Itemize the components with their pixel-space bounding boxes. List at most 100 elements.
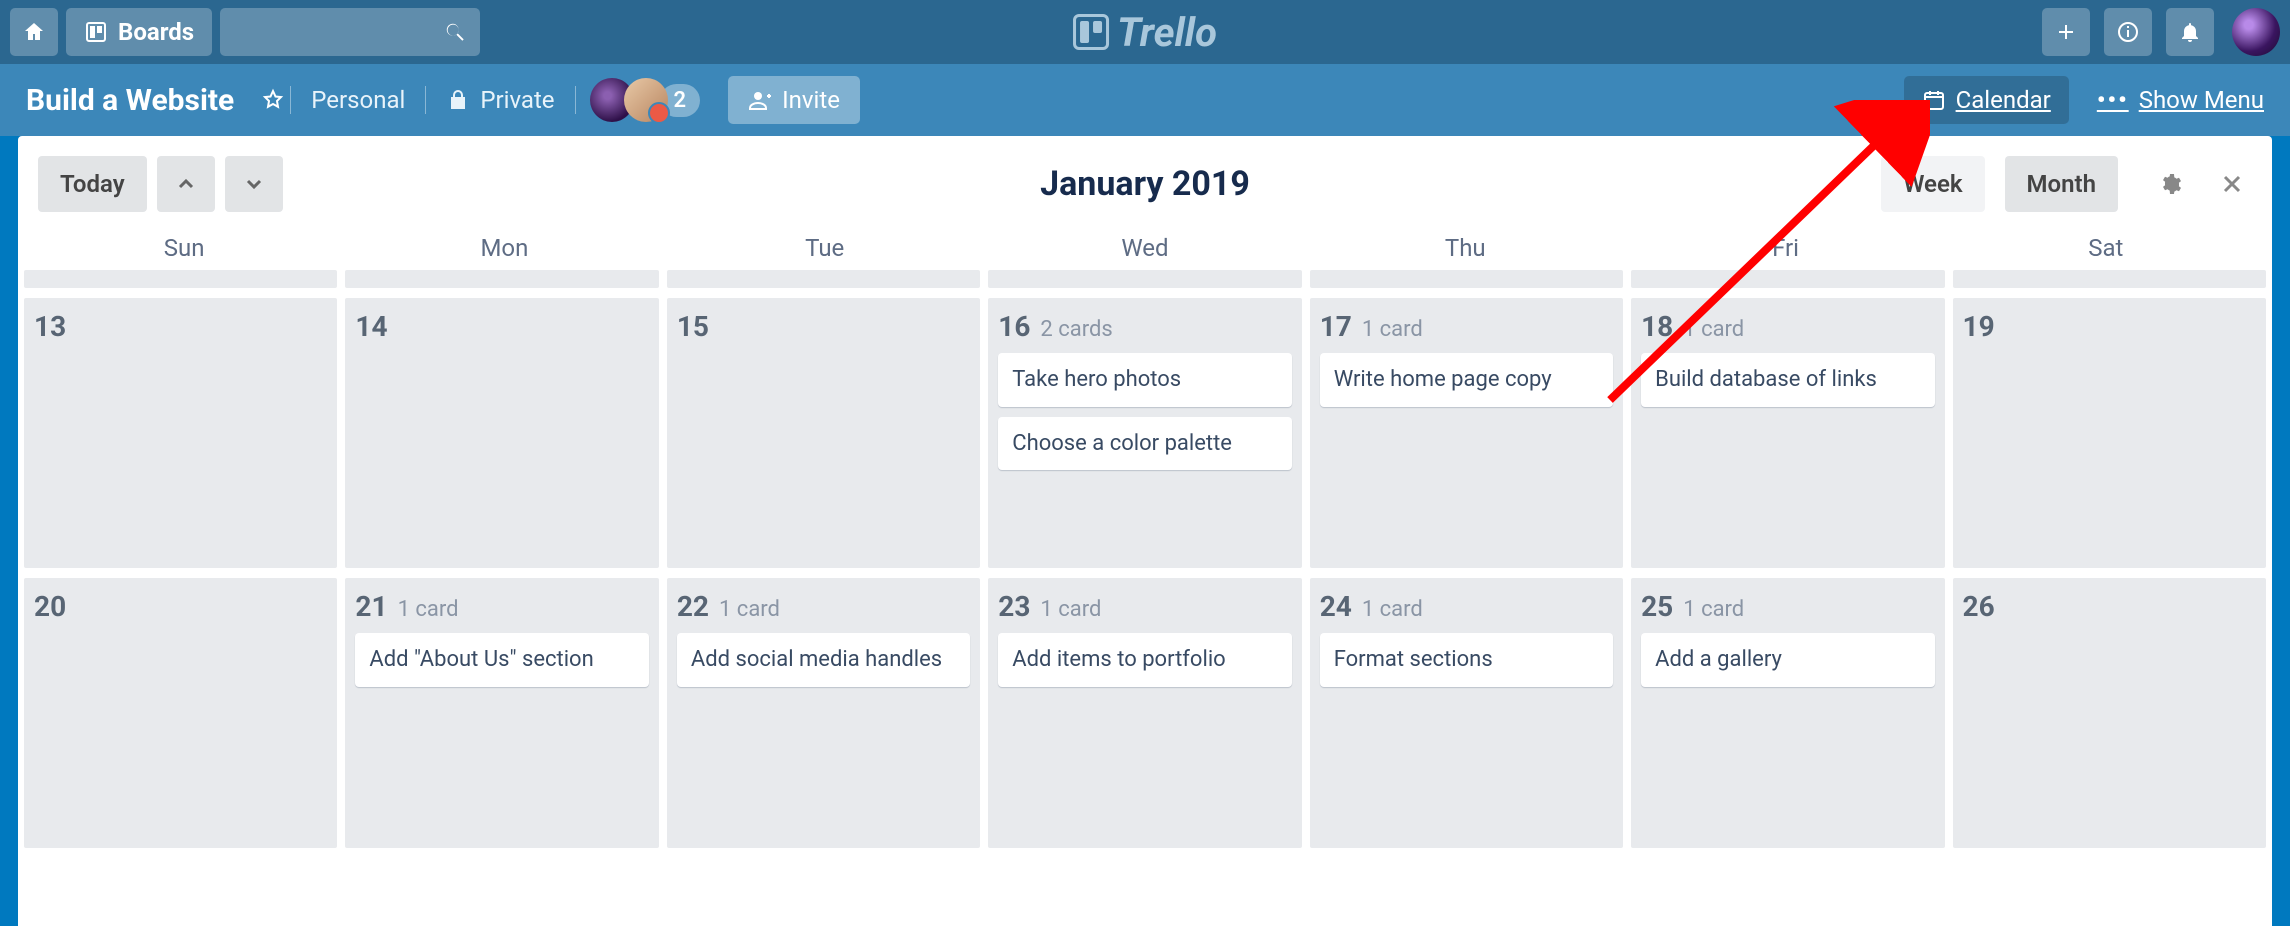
calendar-card[interactable]: Write home page copy [1320,353,1613,407]
board-members: 2 [576,78,715,122]
day-cell[interactable]: 21 1 card Add "About Us" section [345,578,658,848]
day-cell[interactable]: 171 cardWrite home page copy [1310,298,1623,568]
day-card-count: 1 card [1040,597,1101,622]
search-input[interactable] [220,8,480,56]
day-cell[interactable]: 26 [1953,578,2266,848]
chevron-up-icon [174,172,198,196]
team-name[interactable]: Personal [291,80,425,120]
show-menu-label: Show Menu [2139,86,2264,114]
weekday-label: Thu [1305,224,1625,270]
next-button[interactable] [225,156,283,212]
day-number: 21 [355,590,387,623]
week-row: 13 14 15 16 2 cards Take hero photos Choose a … [24,298,2266,568]
calendar-title: January 2019 [1040,164,1250,204]
calendar-powerup-button[interactable]: Calendar [1904,76,2069,124]
day-cell[interactable]: 14 [345,298,658,568]
notifications-button[interactable] [2166,8,2214,56]
day-card-count: 1 card [719,597,780,622]
calendar-grid: 13 14 15 16 2 cards Take hero photos Choose a … [18,270,2272,848]
calendar-settings-button[interactable] [2150,164,2190,204]
weekday-label: Mon [344,224,664,270]
calendar-card[interactable]: Add a gallery [1641,633,1934,687]
day-number: 25 [1641,590,1673,623]
weekday-header: Sun Mon Tue Wed Thu Fri Sat [18,224,2272,270]
calendar-card[interactable]: Choose a color palette [998,417,1291,471]
boards-label: Boards [118,18,194,46]
day-cell[interactable]: 18 1 card Build database of links [1631,298,1944,568]
month-view-button[interactable]: Month [2005,156,2118,212]
weekday-label: Sun [24,224,344,270]
week-view-button[interactable]: Week [1881,156,1984,212]
day-card-count: 1 card [1683,597,1744,622]
today-button[interactable]: Today [38,156,147,212]
day-cell[interactable]: 25 1 card Add a gallery [1631,578,1944,848]
day-cell[interactable]: 22 1 card Add social media handles [667,578,980,848]
invite-button[interactable]: Invite [728,76,860,124]
calendar-label: Calendar [1956,86,2051,114]
home-button[interactable] [10,8,58,56]
calendar-card[interactable]: Format sections [1320,633,1613,687]
close-icon [2220,172,2244,196]
global-header: Boards Trello [0,0,2290,64]
day-cell[interactable]: 24 1 card Format sections [1310,578,1623,848]
member-avatar[interactable] [624,78,668,122]
prev-week-stub [24,270,2266,288]
star-board-button[interactable] [256,83,290,117]
star-icon [261,88,285,112]
day-cell[interactable]: 16 2 cards Take hero photos Choose a color … [988,298,1301,568]
board-title[interactable]: Build a Website [26,83,234,118]
info-button[interactable] [2104,8,2152,56]
calendar-card[interactable]: Take hero photos [998,353,1291,407]
calendar-card[interactable]: Add "About Us" section [355,633,648,687]
invite-label: Invite [782,86,840,114]
day-number: 13 [34,310,66,343]
create-button[interactable] [2042,8,2090,56]
day-number: 19 [1963,310,1995,343]
calendar-card[interactable]: Add items to portfolio [998,633,1291,687]
home-icon [22,20,46,44]
weekday-label: Fri [1625,224,1945,270]
day-number: 22 [677,590,709,623]
board-header: Build a Website Personal Private 2 Invit… [0,64,2290,136]
invite-icon [748,88,772,112]
day-number: 20 [34,590,66,623]
day-number: 18 [1641,310,1673,343]
calendar-toolbar: Today January 2019 Week Month [18,136,2272,224]
show-menu-button[interactable]: ••• Show Menu [2097,86,2264,114]
day-card-count: 1 card [1362,597,1423,622]
day-card-count: 1 card [398,597,459,622]
info-icon [2116,20,2140,44]
chevron-down-icon [242,172,266,196]
day-card-count: 1 card [1683,317,1744,342]
day-number: 24 [1320,590,1352,623]
calendar-icon [1922,88,1946,112]
visibility-button[interactable]: Private [426,80,574,120]
calendar-panel: Today January 2019 Week Month Sun Mon Tu… [18,136,2272,926]
weekday-label: Wed [985,224,1305,270]
prev-button[interactable] [157,156,215,212]
day-number: 17 [1320,310,1352,343]
weekday-label: Sat [1946,224,2266,270]
boards-button[interactable]: Boards [66,8,212,56]
day-number: 15 [677,310,709,343]
close-calendar-button[interactable] [2212,164,2252,204]
bell-icon [2178,20,2202,44]
calendar-card[interactable]: Build database of links [1641,353,1934,407]
day-cell[interactable]: 13 [24,298,337,568]
plus-icon [2054,20,2078,44]
weekday-label: Tue [665,224,985,270]
trello-mark-icon [1073,14,1109,50]
day-cell[interactable]: 15 [667,298,980,568]
gear-icon [2158,172,2182,196]
calendar-card[interactable]: Add social media handles [677,633,970,687]
day-card-count: 2 cards [1040,317,1112,342]
day-cell[interactable]: 19 [1953,298,2266,568]
day-number: 14 [355,310,387,343]
user-avatar[interactable] [2232,8,2280,56]
app-logo: Trello [1073,9,1217,56]
day-cell[interactable]: 20 [24,578,337,848]
day-number: 16 [998,310,1030,343]
visibility-label: Private [480,86,554,114]
day-cell[interactable]: 231 cardAdd items to portfolio [988,578,1301,848]
ellipsis-icon: ••• [2097,86,2129,114]
